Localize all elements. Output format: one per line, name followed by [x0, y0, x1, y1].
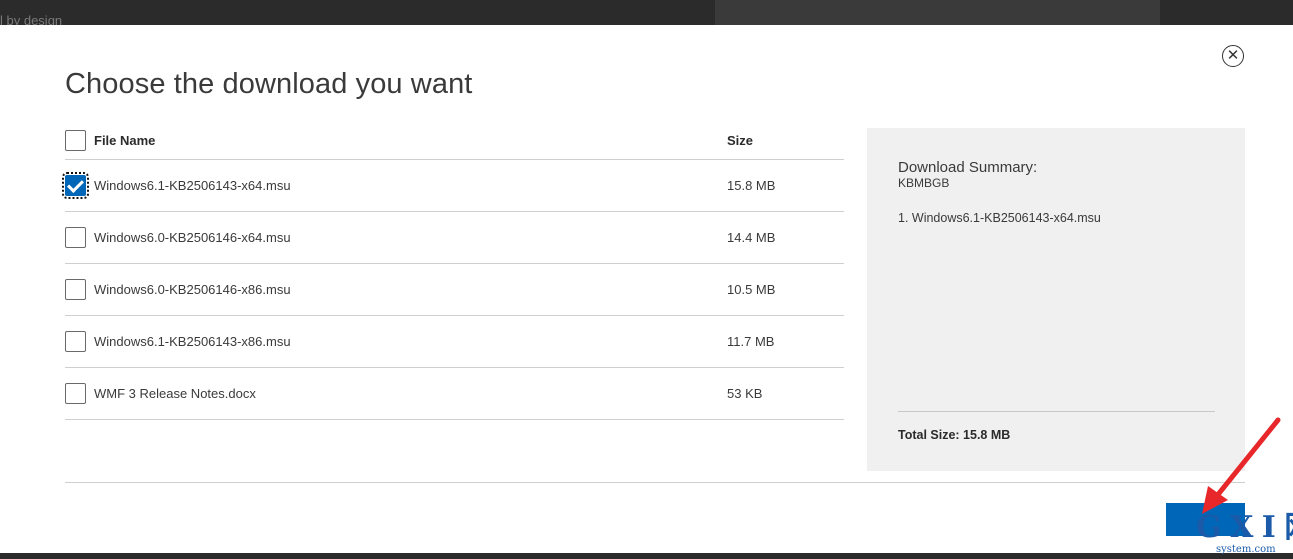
- file-size: 53 KB: [727, 386, 763, 401]
- column-header-size: Size: [727, 133, 754, 148]
- file-size: 15.8 MB: [727, 178, 776, 193]
- file-size: 14.4 MB: [727, 230, 776, 245]
- table-row[interactable]: Windows6.1-KB2506143-x64.msu 15.8 MB: [62, 160, 844, 212]
- download-summary-panel: Download Summary: KBMBGB 1. Windows6.1-K…: [867, 128, 1245, 471]
- file-name: Windows6.1-KB2506143-x64.msu: [94, 178, 291, 193]
- select-all-checkbox[interactable]: [65, 130, 86, 151]
- dialog-title: Choose the download you want: [65, 68, 473, 100]
- background-header: l by design: [0, 0, 1293, 25]
- summary-title: Download Summary:: [898, 159, 1038, 176]
- table-row[interactable]: WMF 3 Release Notes.docx 53 KB: [65, 368, 844, 420]
- file-checkbox[interactable]: [65, 383, 86, 404]
- file-checkbox[interactable]: [65, 279, 86, 300]
- footer-divider: [65, 482, 1245, 483]
- table-header: File Name Size: [65, 122, 844, 160]
- table-row[interactable]: Windows6.0-KB2506146-x86.msu 10.5 MB: [65, 264, 844, 316]
- file-checkbox[interactable]: [65, 331, 86, 352]
- file-size: 10.5 MB: [727, 282, 776, 297]
- background-header-text: l by design: [0, 13, 63, 25]
- table-row[interactable]: Windows6.1-KB2506143-x86.msu 11.7 MB: [65, 316, 844, 368]
- table-row[interactable]: Windows6.0-KB2506146-x64.msu 14.4 MB: [65, 212, 844, 264]
- file-size: 11.7 MB: [727, 334, 775, 349]
- background-image-fragment: [715, 0, 1160, 25]
- background-footer-strip: [0, 553, 1293, 559]
- file-name: Windows6.0-KB2506146-x86.msu: [94, 282, 291, 297]
- close-button[interactable]: ✕: [1222, 45, 1244, 67]
- file-checkbox[interactable]: [65, 227, 86, 248]
- summary-total-size: Total Size: 15.8 MB: [898, 428, 1011, 442]
- file-name: WMF 3 Release Notes.docx: [94, 386, 256, 401]
- file-name: Windows6.0-KB2506146-x64.msu: [94, 230, 291, 245]
- summary-subtitle: KBMBGB: [898, 176, 950, 190]
- close-icon: ✕: [1226, 46, 1240, 64]
- summary-divider: [898, 411, 1215, 412]
- watermark-subtext: system.com: [1216, 544, 1276, 555]
- file-checkbox[interactable]: [62, 172, 89, 199]
- watermark-text: G X I 网: [1196, 510, 1293, 545]
- watermark-logo: G X I 网 system.com: [1196, 513, 1293, 559]
- file-table: File Name Size Windows6.1-KB2506143-x64.…: [62, 122, 844, 420]
- summary-item: 1. Windows6.1-KB2506143-x64.msu: [898, 211, 1101, 225]
- file-name: Windows6.1-KB2506143-x86.msu: [94, 334, 291, 349]
- column-header-file-name: File Name: [94, 133, 156, 148]
